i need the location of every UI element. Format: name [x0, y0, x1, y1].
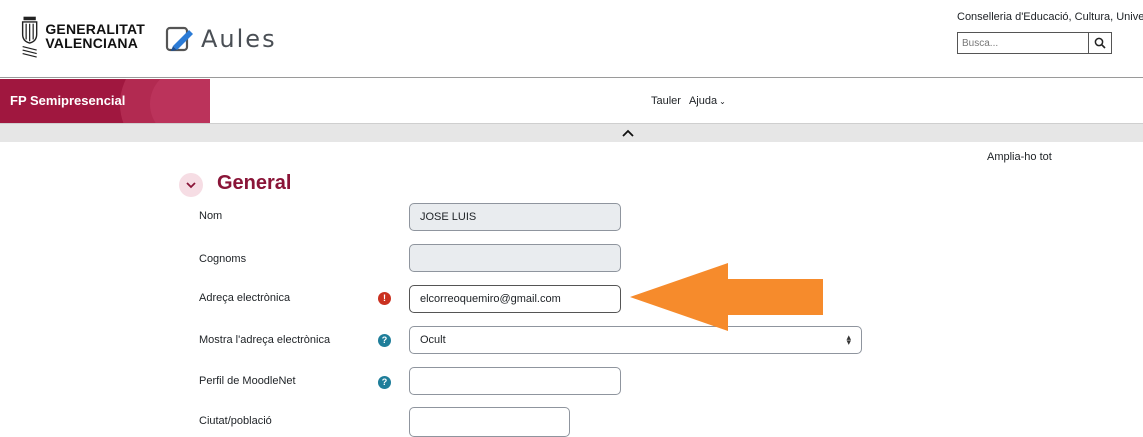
search-form: [957, 32, 1112, 54]
help-icon[interactable]: ?: [378, 334, 391, 347]
help-icon[interactable]: ?: [378, 376, 391, 389]
brand-label: FP Semipresencial: [10, 93, 126, 108]
main-navbar: FP Semipresencial Tauler Ajuda ⌄: [0, 79, 1143, 123]
generalitat-emblem-icon: [21, 16, 38, 58]
generalitat-logo[interactable]: GENERALITAT VALENCIANA: [20, 10, 145, 62]
required-icon: !: [378, 292, 391, 305]
nom-label: Nom: [199, 210, 223, 222]
nav-links: Tauler Ajuda ⌄: [651, 95, 726, 107]
aules-logo[interactable]: Aules: [165, 24, 277, 54]
search-icon: [1094, 37, 1106, 49]
email-field[interactable]: elcorreoquemiro@gmail.com: [409, 285, 621, 313]
expand-all-link[interactable]: Amplia-ho tot: [987, 151, 1052, 163]
cognoms-field[interactable]: [409, 244, 621, 272]
course-brand[interactable]: FP Semipresencial: [0, 79, 210, 123]
collapse-header-bar[interactable]: [0, 123, 1143, 142]
nom-field[interactable]: JOSE LUIS: [409, 203, 621, 231]
chevron-down-icon: ⌄: [719, 97, 726, 106]
cognoms-label: Cognoms: [199, 253, 247, 265]
conselleria-link[interactable]: Conselleria d'Educació, Cultura, Univers…: [957, 11, 1143, 23]
chevron-down-icon: [186, 182, 196, 189]
annotation-arrow-icon: [630, 263, 823, 331]
app-name: Aules: [201, 25, 277, 53]
nav-link-ajuda[interactable]: Ajuda ⌄: [689, 95, 726, 107]
show-email-value: Ocult: [420, 334, 446, 346]
search-input[interactable]: [958, 33, 1089, 53]
section-collapse-toggle[interactable]: [179, 173, 203, 197]
moodlenet-field[interactable]: [409, 367, 621, 395]
show-email-label: Mostra l'adreça electrònica: [199, 334, 331, 346]
nav-link-ajuda-label: Ajuda: [688, 95, 718, 107]
section-title: General: [217, 172, 292, 194]
moodlenet-label: Perfil de MoodleNet: [199, 375, 296, 387]
city-field[interactable]: [409, 407, 570, 437]
email-label: Adreça electrònica: [199, 292, 291, 304]
aules-book-icon: [165, 26, 193, 52]
nav-link-tauler[interactable]: Tauler: [651, 95, 681, 107]
generalitat-wordmark: GENERALITAT VALENCIANA: [45, 21, 145, 51]
chevron-up-icon: [622, 129, 634, 137]
city-label: Ciutat/població: [199, 415, 272, 427]
top-header: GENERALITAT VALENCIANA Aules Conselleria…: [0, 0, 1143, 78]
select-arrows-icon: ▴ ▾: [846, 332, 851, 347]
brand-decoration: [150, 79, 210, 123]
search-button[interactable]: [1089, 33, 1111, 53]
